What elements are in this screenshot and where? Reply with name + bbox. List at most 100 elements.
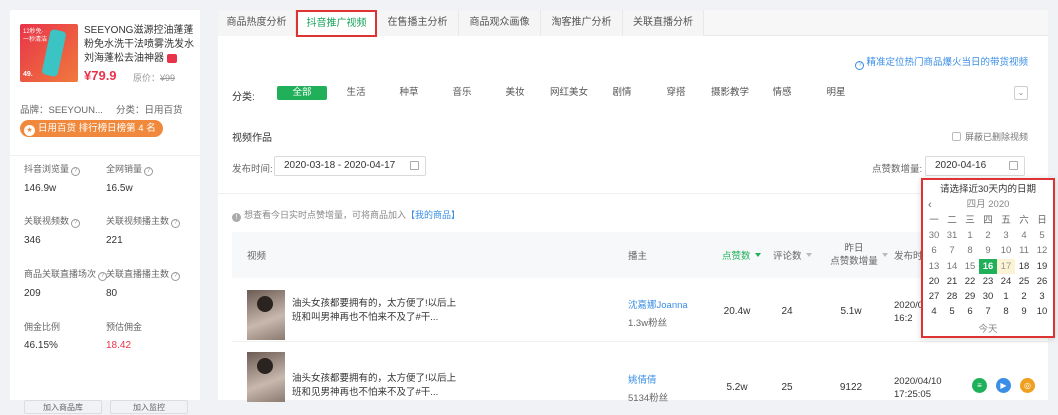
- today-button[interactable]: 今天: [923, 321, 1053, 335]
- calendar-week: 27 28 29 30 1 2 3: [925, 289, 1051, 304]
- column-likes[interactable]: 点赞数: [722, 232, 761, 278]
- category-recommend[interactable]: 种草: [389, 86, 429, 100]
- category-music[interactable]: 音乐: [442, 86, 482, 100]
- calendar-week: 6 7 8 9 10 11 12: [925, 243, 1051, 258]
- tab-audience-profile[interactable]: 商品观众画像: [459, 10, 541, 36]
- table-row[interactable]: 油头女孩都要拥有的，太方便了!以后上班和见男神再也不怕来不及了#干... 姚倩倩…: [232, 342, 1048, 404]
- expand-categories-icon[interactable]: ⌄: [1014, 86, 1028, 100]
- calendar-day: 23: [982, 275, 994, 287]
- checkbox-icon: [951, 132, 961, 141]
- column-author: 播主: [628, 251, 648, 262]
- sort-icon: [805, 253, 812, 257]
- author-name[interactable]: 沈嘉娜Joanna: [628, 297, 688, 311]
- calendar-week: 20 21 22 23 24 25 26: [925, 274, 1051, 289]
- video-thumbnail[interactable]: [247, 352, 285, 402]
- section-title: 视频作品: [232, 133, 272, 144]
- comments-value: 25: [781, 382, 793, 393]
- help-icon[interactable]: ?: [144, 167, 154, 176]
- weekday: 三: [965, 215, 975, 226]
- category-emotion[interactable]: 情感: [762, 86, 802, 100]
- category-celebrity[interactable]: 明星: [816, 86, 856, 100]
- calendar-day-selected[interactable]: 16: [979, 258, 997, 274]
- tab-selling-authors[interactable]: 在售播主分析: [377, 10, 459, 36]
- list-icon[interactable]: ≡: [972, 378, 987, 393]
- tab-taoke-analysis[interactable]: 淘客推广分析: [541, 10, 623, 36]
- video-title[interactable]: 油头女孩都要拥有的，太方便了!以后上班和见男神再也不怕来不及了#干...: [292, 372, 462, 400]
- help-icon[interactable]: ?: [71, 167, 81, 176]
- calendar-day: 6: [931, 245, 937, 257]
- calendar-week: 13 14 15 16 17 18 19: [925, 258, 1051, 274]
- calendar-month: 四月 2020: [966, 199, 1010, 210]
- column-like-increment[interactable]: 昨日 点赞数增量: [824, 232, 894, 278]
- tab-live-analysis[interactable]: 关联直播分析: [623, 10, 704, 36]
- help-icon[interactable]: ?: [171, 272, 181, 281]
- target-icon[interactable]: ◎: [1020, 378, 1035, 393]
- like-increment-date-input[interactable]: 2020-04-16: [925, 156, 1025, 176]
- publish-time-label: 发布时间:: [232, 164, 273, 175]
- calendar-day: 15: [964, 260, 976, 272]
- add-monitor-button[interactable]: 加入监控: [110, 400, 188, 414]
- video-thumbnail[interactable]: [247, 290, 285, 340]
- calendar-grid: 一 二 三 四 五 六 日 30 31 1 2 3 4 5 6 7 8 9 10…: [925, 213, 1051, 319]
- column-publish-time[interactable]: 发布时: [894, 232, 923, 278]
- help-icon[interactable]: ?: [71, 219, 81, 228]
- product-brand: 品牌：SEEYOUN...: [20, 105, 103, 116]
- calendar-day: 2: [985, 230, 991, 242]
- calendar-day: 30: [982, 290, 994, 302]
- calendar-day: 7: [985, 306, 991, 318]
- category-photography[interactable]: 摄影教学: [707, 86, 753, 100]
- column-comments[interactable]: 评论数: [773, 232, 812, 278]
- stat-live-authors: 关联直播播主数? 80: [106, 267, 181, 299]
- calendar-day: 5: [1039, 230, 1045, 242]
- category-label: 分类:: [232, 92, 255, 103]
- product-image-price: 49.: [23, 71, 33, 78]
- weekday: 二: [947, 215, 957, 226]
- help-icon: ?: [855, 61, 865, 70]
- video-title[interactable]: 油头女孩都要拥有的，太方便了!以后上班和叫男神再也不怕来不及了#干...: [292, 297, 462, 325]
- stat-estimated-commission: 预估佣金 18.42: [106, 322, 143, 351]
- help-link[interactable]: ? 精准定位热门商品爆火当日的带货视频: [855, 54, 1028, 70]
- calendar-day: 25: [1018, 275, 1030, 287]
- play-icon[interactable]: ▶: [996, 378, 1011, 393]
- stat-commission-rate: 佣金比例 46.15%: [24, 322, 61, 351]
- product-name[interactable]: SEEYONG滋源控油蓬蓬粉免水洗干法喷雾洗发水刘海蓬松去油神器: [84, 24, 196, 66]
- calendar-day: 1: [967, 230, 973, 242]
- tab-douyin-videos[interactable]: 抖音推广视频: [296, 10, 377, 37]
- publish-date-range-input[interactable]: 2020-03-18 - 2020-04-17: [274, 156, 426, 176]
- stat-sales: 全网销量? 16.5w: [106, 162, 154, 194]
- product-category: 分类：日用百货: [116, 105, 183, 116]
- category-influencer[interactable]: 网红美女: [546, 86, 592, 100]
- divider: [10, 155, 200, 156]
- calendar-day: 4: [931, 306, 937, 318]
- calendar-day: 1: [1003, 290, 1009, 302]
- tab-product-heat[interactable]: 商品热度分析: [218, 10, 296, 36]
- product-image-tag: 12秒免·一秒清洁: [23, 29, 48, 43]
- calendar-day: 30: [928, 230, 940, 242]
- calendar-day: 26: [1036, 275, 1048, 287]
- column-video: 视频: [247, 251, 267, 262]
- publish-time-value: 2020/04/10 17:25:05: [894, 376, 942, 400]
- category-drama[interactable]: 剧情: [602, 86, 642, 100]
- publish-time-value: 2020/0 16:2: [894, 300, 924, 324]
- calendar-day: 4: [1021, 230, 1027, 242]
- calendar-day: 28: [946, 290, 958, 302]
- stat-video-authors: 关联视频播主数? 221: [106, 214, 181, 246]
- stat-live-sessions: 商品关联直播场次? 209: [24, 267, 108, 299]
- calendar-day: 21: [946, 275, 958, 287]
- my-products-link[interactable]: 【我的商品】: [406, 210, 460, 220]
- weekday: 四: [983, 215, 993, 226]
- trophy-icon: ★: [24, 125, 35, 136]
- category-all[interactable]: 全部: [277, 86, 327, 100]
- calendar-header: 请选择近30天内的日期: [939, 184, 1037, 195]
- category-outfit[interactable]: 穿搭: [656, 86, 696, 100]
- add-to-library-button[interactable]: 加入商品库: [24, 400, 102, 414]
- help-icon[interactable]: ?: [171, 219, 181, 228]
- hide-deleted-checkbox[interactable]: 屏蔽已删除视频: [951, 130, 1028, 143]
- author-name[interactable]: 姚倩倩: [628, 372, 657, 386]
- rank-badge[interactable]: ★ 日用百货 排行榜日榜第 4 名: [20, 120, 163, 137]
- calendar-day: 27: [928, 290, 940, 302]
- product-image[interactable]: 12秒免·一秒清洁 49.: [20, 24, 78, 82]
- calendar-icon: [410, 161, 419, 170]
- category-life[interactable]: 生活: [336, 86, 376, 100]
- category-beauty[interactable]: 美妆: [495, 86, 535, 100]
